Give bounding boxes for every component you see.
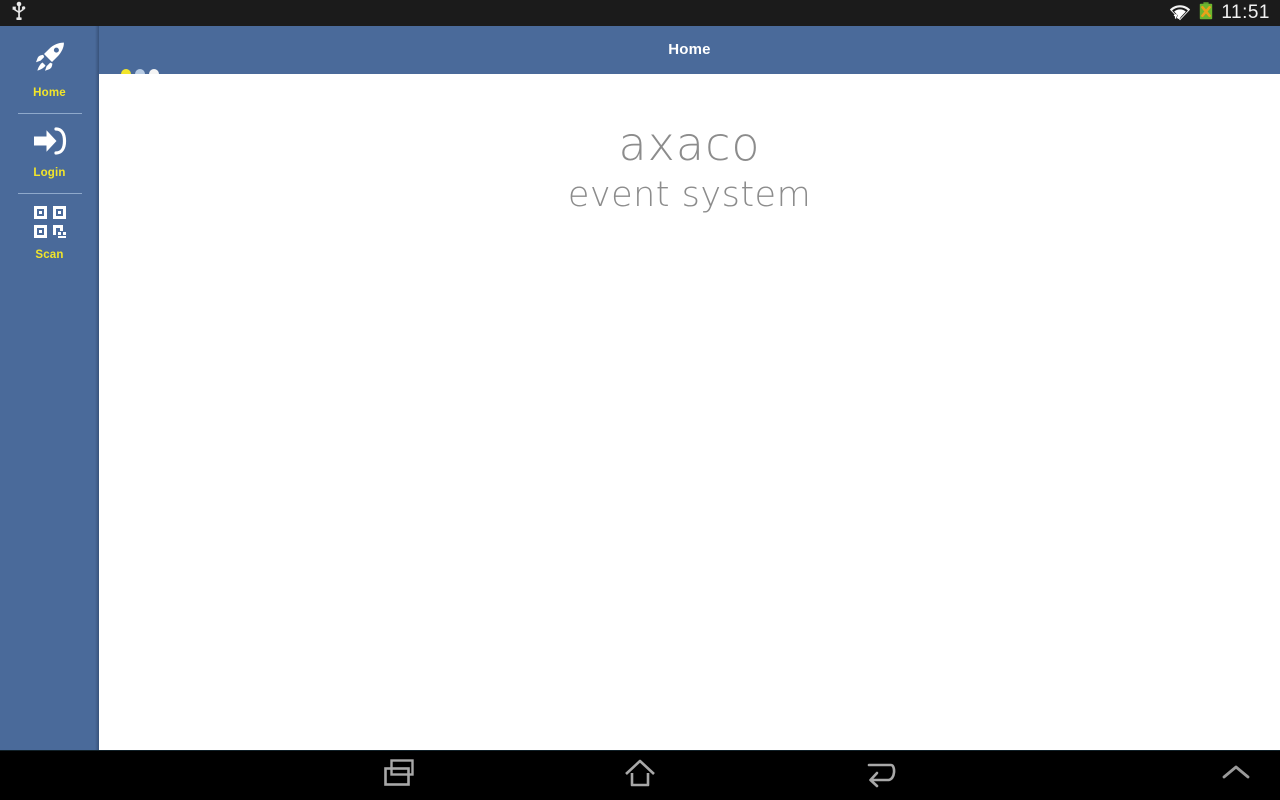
back-arrow-icon — [858, 756, 902, 795]
sidebar-item-login-label: Login — [33, 167, 66, 179]
page-title: Home — [668, 41, 711, 58]
home-button[interactable] — [560, 750, 720, 800]
main-content: axaco event system — [99, 74, 1280, 750]
recent-apps-button[interactable] — [320, 750, 480, 800]
expand-button[interactable] — [1200, 750, 1272, 800]
rocket-icon — [31, 38, 69, 81]
wifi-signal-icon — [1169, 1, 1191, 26]
back-button[interactable] — [800, 750, 960, 800]
status-bar-clock: 11:51 — [1221, 2, 1270, 23]
side-navigation: Home Login Scan — [0, 26, 99, 750]
chevron-up-icon — [1216, 760, 1256, 791]
android-navigation-bar — [0, 750, 1280, 800]
brand-name: axaco — [618, 117, 761, 171]
recent-apps-icon — [379, 756, 421, 795]
app-header-bar: Home — [99, 26, 1280, 79]
sidebar-item-scan[interactable]: Scan — [0, 194, 99, 266]
sidebar-item-login[interactable]: Login — [0, 114, 99, 184]
status-bar[interactable]: 11:51 — [0, 0, 1280, 26]
brand-tagline: event system — [567, 175, 812, 216]
brand-logo: axaco event system — [99, 74, 1280, 216]
usb-icon — [10, 1, 28, 26]
sign-in-icon — [32, 126, 68, 161]
qr-code-icon — [33, 206, 66, 243]
sidebar-item-home[interactable]: Home — [0, 26, 99, 104]
home-icon — [618, 756, 662, 795]
sidebar-item-home-label: Home — [33, 87, 66, 99]
status-bar-right-icons: 11:51 — [1169, 0, 1280, 26]
sidebar-item-scan-label: Scan — [35, 249, 64, 261]
battery-unknown-icon — [1198, 1, 1214, 26]
android-tablet-screen: 11:51 Home Login Scan Home axaco event s… — [0, 0, 1280, 800]
status-bar-left-icons — [0, 1, 28, 26]
